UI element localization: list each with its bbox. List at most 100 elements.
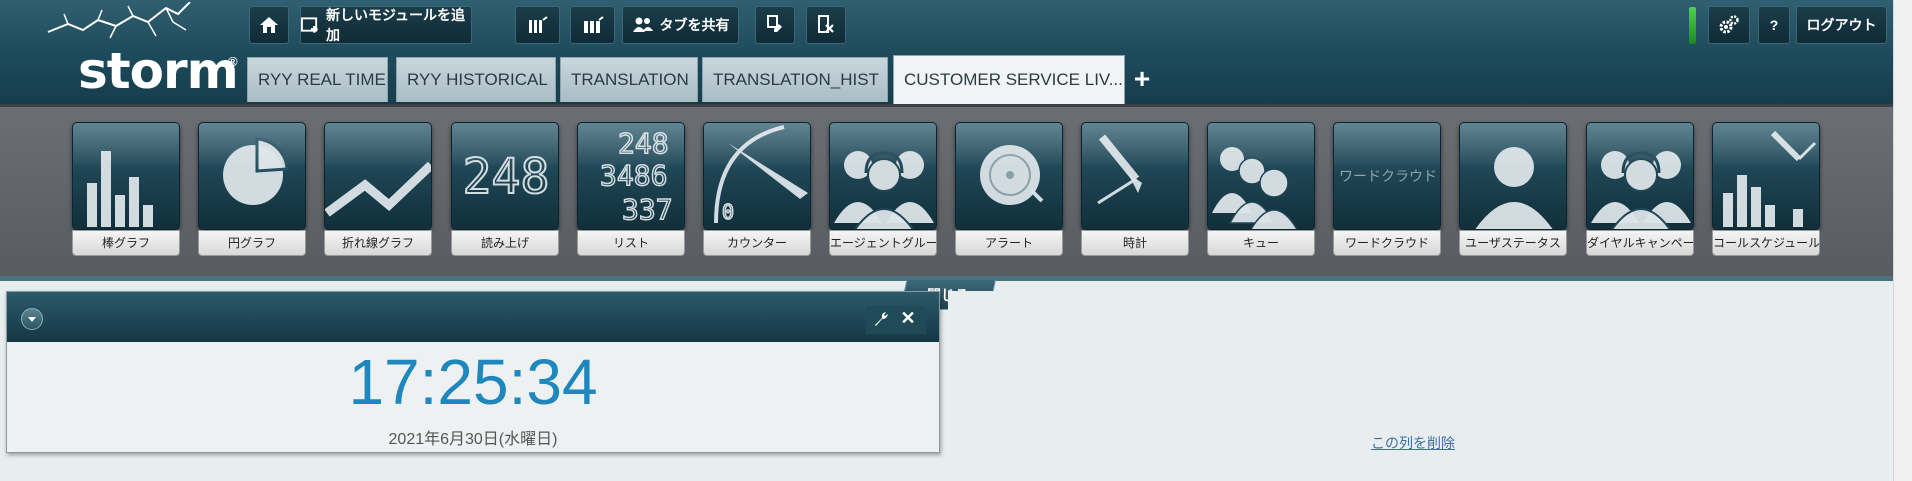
alert-bell-icon — [980, 145, 1044, 205]
header-bar: storm ® 新しいモジュールを追加 タブを共有 ? ログアウト RYY RE… — [0, 0, 1893, 104]
clock-widget: ✕ 17:25:34 2021年6月30日(水曜日) — [6, 291, 940, 453]
module-line-chart[interactable]: 折れ線グラフ — [324, 122, 432, 258]
module-icon-tile — [829, 122, 937, 230]
status-indicator — [1689, 7, 1696, 44]
module-label: リスト — [577, 230, 685, 256]
module-icon-tile — [1712, 122, 1820, 230]
collapse-widget-button[interactable] — [21, 308, 43, 330]
close-tab-button[interactable] — [806, 6, 846, 44]
clock-icon — [1097, 134, 1142, 205]
close-widget-icon[interactable]: ✕ — [898, 308, 918, 328]
add-window-icon — [301, 17, 318, 33]
clock-date: 2021年6月30日(水曜日) — [388, 431, 558, 448]
word-cloud-icon: ワードクラウド — [1339, 169, 1437, 185]
module-icon-tile: 0 — [703, 122, 811, 230]
home-button[interactable] — [249, 6, 289, 44]
module-call-schedule[interactable]: コールスケジュール — [1712, 122, 1820, 258]
bar-chart-icon — [87, 151, 153, 227]
delete-page-icon — [818, 15, 834, 33]
svg-text:248: 248 — [618, 127, 669, 160]
tab-label: RYY REAL TIME — [258, 70, 386, 89]
wrench-icon[interactable] — [872, 310, 892, 330]
page-scrollbar[interactable] — [1893, 0, 1912, 481]
module-label: ワードクラウド — [1333, 230, 1441, 256]
column-layout-icon — [583, 16, 604, 33]
tab-translation-hist[interactable]: TRANSLATION_HIST — [702, 57, 888, 102]
share-tab-label: タブを共有 — [659, 17, 730, 33]
module-label: エージェントグループ — [829, 230, 937, 256]
logout-label: ログアウト — [1806, 17, 1877, 33]
module-queue[interactable]: キュー — [1207, 122, 1315, 258]
module-icon-tile — [72, 122, 180, 230]
module-icon-tile — [324, 122, 432, 230]
module-icon-tile: ワードクラウド — [1333, 122, 1441, 230]
tab-label: TRANSLATION — [571, 70, 689, 89]
add-module-button[interactable]: 新しいモジュールを追加 — [300, 6, 472, 44]
tab-ryy-real-time[interactable]: RYY REAL TIME — [247, 57, 388, 102]
home-icon — [260, 17, 278, 33]
module-icon-tile: 248 3486 337 — [577, 122, 685, 230]
svg-text:0: 0 — [722, 200, 734, 224]
add-tab-icon[interactable]: + — [1131, 65, 1153, 93]
module-label: 時計 — [1081, 230, 1189, 256]
settings-button[interactable] — [1708, 6, 1750, 44]
module-label: カウンター — [703, 230, 811, 256]
dial-campaign-icon — [1591, 151, 1691, 229]
module-label: キュー — [1207, 230, 1315, 256]
module-label: コールスケジュール — [1712, 230, 1820, 256]
module-label: アラート — [955, 230, 1063, 256]
delete-column-link[interactable]: この列を削除 — [1371, 433, 1455, 453]
add-module-label: 新しいモジュールを追加 — [325, 7, 465, 43]
tab-ryy-historical[interactable]: RYY HISTORICAL — [396, 57, 556, 102]
readout-digits: 248 — [463, 149, 550, 205]
edit-tab-button[interactable] — [755, 6, 795, 44]
module-dial-campaign[interactable]: ダイヤルキャンペーン — [1586, 122, 1694, 258]
module-icon-tile — [1081, 122, 1189, 230]
logout-button[interactable]: ログアウト — [1796, 6, 1887, 44]
help-button[interactable]: ? — [1758, 6, 1790, 44]
module-clock[interactable]: 時計 — [1081, 122, 1189, 258]
call-schedule-icon — [1723, 130, 1817, 227]
module-list[interactable]: 248 3486 337 リスト — [577, 122, 685, 258]
module-bar-chart[interactable]: 棒グラフ — [72, 122, 180, 258]
module-readout[interactable]: 248 読み上げ — [451, 122, 559, 258]
svg-text:337: 337 — [622, 193, 673, 226]
tab-label: RYY HISTORICAL — [407, 70, 548, 89]
tab-customer-service-live[interactable]: CUSTOMER SERVICE LIV... — [893, 55, 1125, 104]
bar-chart-toolbar-button[interactable] — [515, 6, 560, 44]
module-user-status[interactable]: ユーザステータス — [1459, 122, 1567, 258]
clock-time: 17:25:34 — [348, 346, 598, 418]
gears-icon — [1719, 15, 1739, 34]
module-label: 折れ線グラフ — [324, 230, 432, 256]
columns-toolbar-button[interactable] — [570, 6, 615, 44]
module-icon-tile — [1459, 122, 1567, 230]
module-icon-tile — [198, 122, 306, 230]
share-tab-button[interactable]: タブを共有 — [622, 6, 739, 44]
list-icon: 2483486337 — [599, 126, 673, 227]
tab-translation[interactable]: TRANSLATION — [560, 57, 698, 102]
widget-header: ✕ — [7, 292, 939, 342]
storm-logo[interactable]: storm ® — [38, 2, 239, 100]
module-label: 読み上げ — [451, 230, 559, 256]
users-icon — [632, 17, 653, 32]
bar-columns-icon — [528, 16, 548, 33]
tab-label: TRANSLATION_HIST — [713, 70, 879, 89]
module-pie-chart[interactable]: 円グラフ — [198, 122, 306, 258]
counter-icon: 0 — [714, 125, 808, 225]
module-icon-tile: 248 — [451, 122, 559, 230]
module-label: ダイヤルキャンペーン — [1586, 230, 1694, 256]
user-status-icon — [1475, 147, 1553, 229]
help-label: ? — [1769, 17, 1779, 33]
module-agent-group[interactable]: エージェントグループ — [829, 122, 937, 258]
module-word-cloud[interactable]: ワードクラウド ワードクラウド — [1333, 122, 1441, 258]
module-label: 棒グラフ — [72, 230, 180, 256]
svg-text:3486: 3486 — [600, 159, 667, 192]
module-alert-bell[interactable]: アラート — [955, 122, 1063, 258]
module-counter[interactable]: 0 カウンター — [703, 122, 811, 258]
svg-text:ワードクラウド: ワードクラウド — [1339, 169, 1437, 185]
line-chart-icon — [325, 161, 431, 217]
agent-group-icon — [834, 151, 934, 229]
pie-chart-icon — [223, 137, 289, 205]
module-label: ユーザステータス — [1459, 230, 1567, 256]
module-label: 円グラフ — [198, 230, 306, 256]
